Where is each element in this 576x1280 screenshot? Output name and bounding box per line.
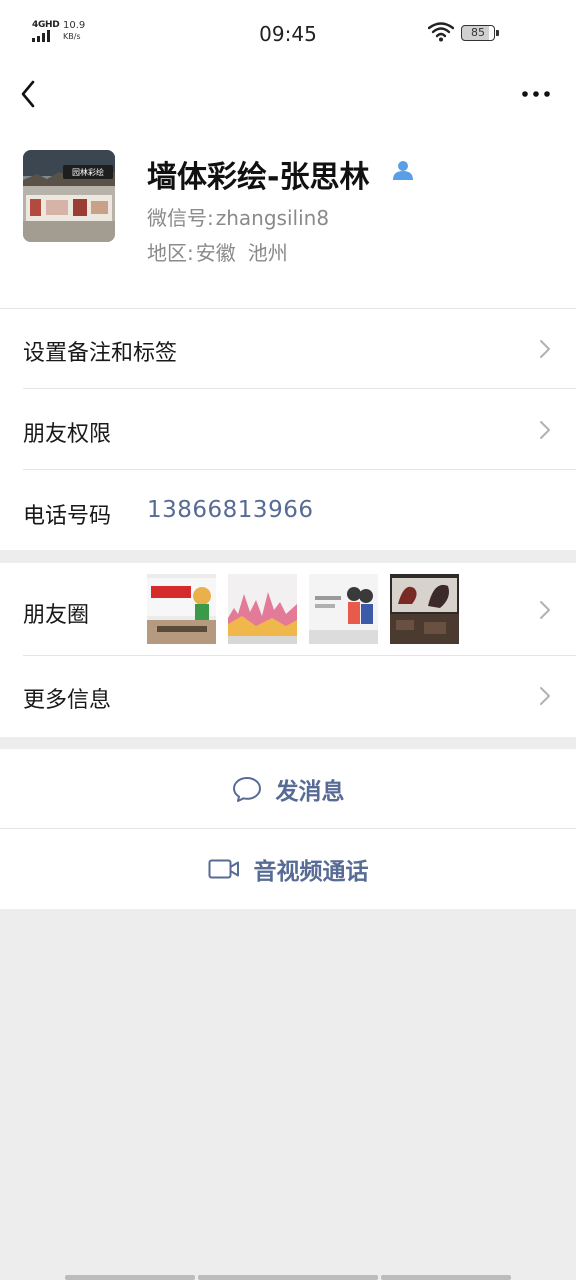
avatar[interactable]: 园林彩绘 <box>23 150 115 242</box>
region-label: 地区: <box>147 241 194 265</box>
region-city: 池州 <box>247 241 288 265</box>
chevron-right-icon <box>540 340 550 358</box>
avatar-banner-text: 园林彩绘 <box>72 167 104 177</box>
permissions-row[interactable]: 朋友权限 <box>0 389 576 470</box>
chevron-right-icon <box>540 421 550 439</box>
wechat-id-value: zhangsilin8 <box>215 206 330 230</box>
nav-gesture-bar <box>381 1275 511 1280</box>
status-bar: 4GHD 10.9 KB/s 09:45 85 <box>0 0 576 66</box>
video-call-button[interactable]: 音视频通话 <box>0 829 576 909</box>
remark-label: 设置备注和标签 <box>23 341 178 366</box>
video-call-label: 音视频通话 <box>253 859 369 885</box>
contact-profile-screen: 4GHD 10.9 KB/s 09:45 85 园林彩绘 墙体彩绘-张思林 微信… <box>0 0 576 1280</box>
phone-row[interactable]: 电话号码 13866813966 <box>0 470 576 550</box>
region-line: 地区: 安徽 池州 <box>147 237 288 266</box>
moments-thumbnails <box>147 574 459 644</box>
moment-thumbnail <box>390 574 459 644</box>
profile-header: 园林彩绘 墙体彩绘-张思林 微信号: zhangsilin8 地区: 安徽 池州 <box>0 122 576 308</box>
phone-number[interactable]: 13866813966 <box>147 497 313 523</box>
person-badge-icon <box>393 161 413 180</box>
battery-icon: 85 <box>461 25 499 41</box>
contact-name: 墙体彩绘-张思林 <box>147 160 370 195</box>
wechat-id-label: 微信号: <box>147 206 214 230</box>
moment-thumbnail <box>147 574 216 644</box>
region-province: 安徽 <box>195 241 236 265</box>
battery-level: 85 <box>461 25 495 41</box>
nav-gesture-bar <box>65 1275 195 1280</box>
chevron-right-icon <box>540 601 550 619</box>
moments-section: 朋友圈 更多信息 <box>0 563 576 737</box>
video-camera-icon <box>208 859 239 879</box>
send-message-button[interactable]: 发消息 <box>0 749 576 829</box>
send-message-label: 发消息 <box>275 779 345 805</box>
info-section: 设置备注和标签 朋友权限 电话号码 13866813966 <box>0 308 576 550</box>
more-dots-icon[interactable] <box>516 80 556 108</box>
actions-section: 发消息 音视频通话 <box>0 749 576 909</box>
nav-bar <box>0 66 576 122</box>
chat-bubble-icon <box>232 777 261 802</box>
chevron-left-icon[interactable] <box>14 76 44 112</box>
remark-row[interactable]: 设置备注和标签 <box>0 308 576 389</box>
nav-gesture-bar <box>198 1275 378 1280</box>
avatar-image: 园林彩绘 <box>23 150 115 242</box>
moments-row[interactable]: 朋友圈 <box>0 563 576 656</box>
phone-label: 电话号码 <box>23 504 112 529</box>
moment-thumbnail <box>228 574 297 644</box>
permissions-label: 朋友权限 <box>23 422 112 447</box>
more-info-row[interactable]: 更多信息 <box>0 656 576 737</box>
moments-label: 朋友圈 <box>23 603 90 628</box>
moment-thumbnail <box>309 574 378 644</box>
more-info-label: 更多信息 <box>23 688 112 713</box>
wifi-icon <box>428 22 454 42</box>
chevron-right-icon <box>540 687 550 705</box>
wechat-id-line: 微信号: zhangsilin8 <box>147 202 329 231</box>
